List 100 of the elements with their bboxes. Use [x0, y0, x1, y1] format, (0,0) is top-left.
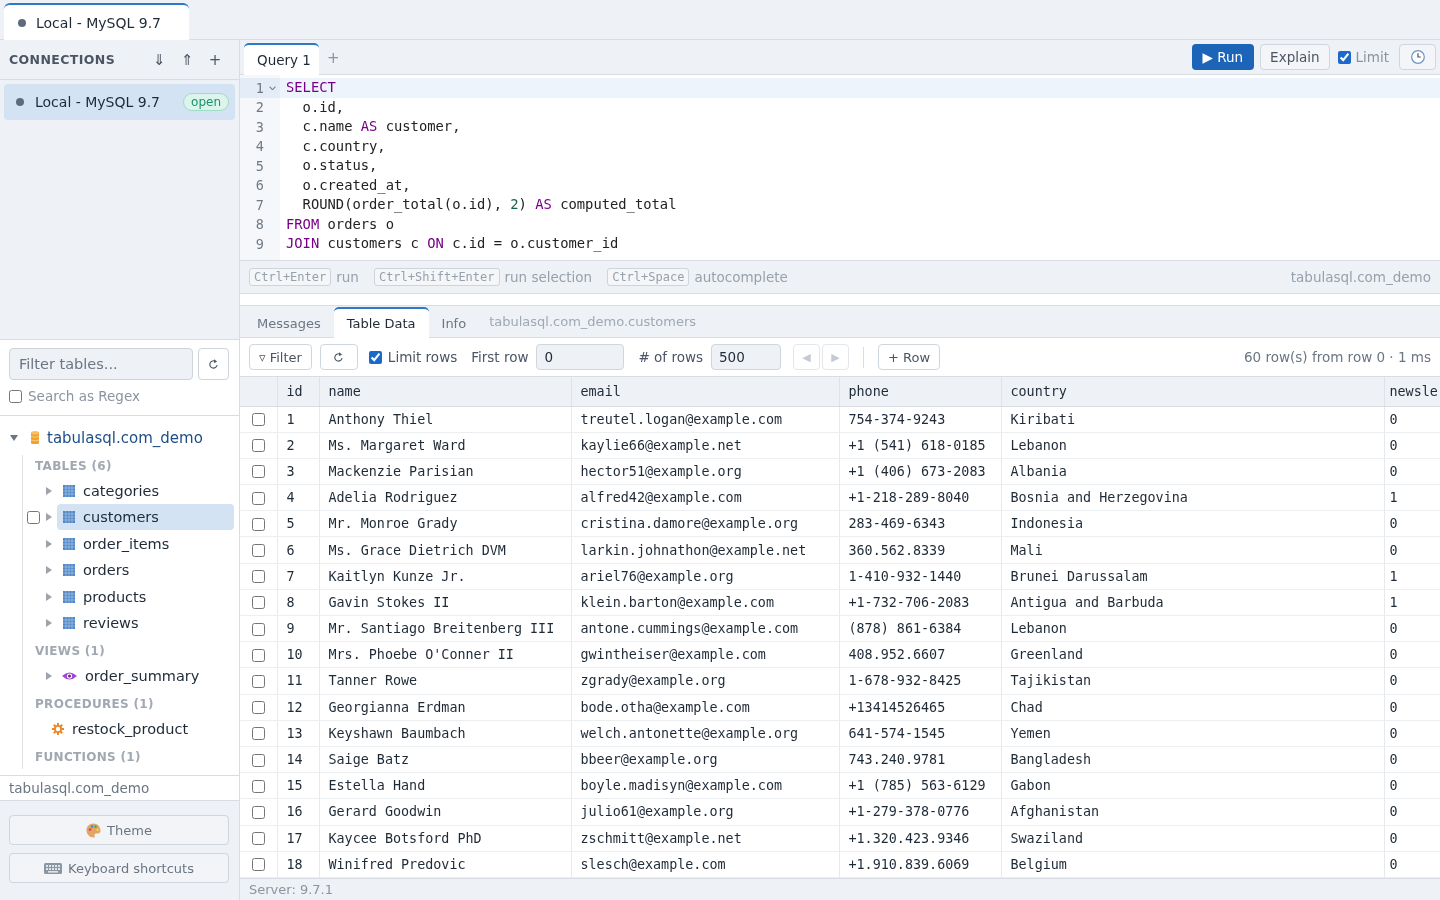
item-checkbox[interactable]: [27, 510, 40, 524]
fold-caret-icon[interactable]: [268, 85, 276, 90]
tree-item[interactable]: order_items: [57, 530, 234, 557]
table-cell: Kaycee Botsford PhD: [319, 825, 571, 852]
table-cell: Kaitlyn Kunze Jr.: [319, 563, 571, 590]
code-editor[interactable]: 1 2 3 4 5 6 7 8 9 SELECT o.id, c.name AS customer, c.country, o.status, o.created_at, ROUND(order_total(o.id), 2) AS computed_total FROM orders o JOIN customers c ON c.id = o.customer_id: [240, 75, 1440, 260]
row-checkbox[interactable]: [251, 701, 265, 715]
table-cell: +1 (406) 673-2083: [839, 458, 1001, 485]
table-cell: bode.otha@example.com: [571, 694, 839, 721]
explain-button[interactable]: Explain: [1260, 44, 1330, 70]
section-title: CONNECTIONS: [9, 52, 117, 67]
table-cell: 7: [277, 563, 319, 590]
database-label: tabulasql.com_demo: [1290, 269, 1431, 285]
row-checkbox[interactable]: [251, 674, 265, 688]
row-checkbox[interactable]: [251, 517, 265, 531]
theme-button[interactable]: Theme: [9, 815, 229, 845]
filter-button[interactable]: ▿ Filter: [249, 344, 312, 370]
caret-icon[interactable]: [46, 592, 52, 601]
table-cell: +1 (785) 563-6129: [839, 772, 1001, 799]
row-checkbox[interactable]: [251, 413, 265, 427]
table-cell: Gavin Stokes II: [319, 589, 571, 616]
row-checkbox[interactable]: [251, 805, 265, 819]
first-row-field[interactable]: 0: [536, 344, 625, 370]
caret-icon[interactable]: [46, 619, 52, 628]
column-header[interactable]: id: [277, 377, 319, 406]
caret-icon[interactable]: [46, 486, 52, 495]
connection-item[interactable]: Local - MySQL 9.7 open: [4, 84, 235, 120]
tree-item[interactable]: order_summary: [57, 663, 234, 690]
tree-item[interactable]: products: [57, 583, 234, 610]
add-connection-button[interactable]: +: [205, 50, 225, 69]
clock-icon: [1410, 50, 1425, 64]
tree-item[interactable]: reviews: [57, 610, 234, 637]
row-checkbox[interactable]: [251, 753, 265, 767]
row-checkbox[interactable]: [251, 439, 265, 453]
line-number: 8: [255, 216, 264, 233]
column-header[interactable]: phone: [839, 377, 1001, 406]
filter-field[interactable]: Filter tables...: [9, 348, 193, 380]
table-cell: Keyshawn Baumbach: [319, 720, 571, 747]
caret-icon[interactable]: [46, 566, 52, 575]
history-button[interactable]: [1399, 44, 1436, 70]
tree-item[interactable]: restock_product: [46, 716, 234, 743]
row-checkbox[interactable]: [251, 858, 265, 872]
row-checkbox[interactable]: [251, 491, 265, 505]
row-checkbox[interactable]: [251, 832, 265, 846]
refresh-button[interactable]: [319, 344, 358, 370]
result-tab[interactable]: Info: [428, 307, 480, 338]
row-checkbox[interactable]: [251, 570, 265, 584]
tree-item[interactable]: orders: [57, 557, 234, 584]
limit-checkbox[interactable]: [1337, 50, 1351, 64]
code-line: c.name AS customer,: [301, 118, 461, 134]
tree-group-label: FUNCTIONS (1): [34, 749, 142, 766]
refresh-button[interactable]: [198, 348, 229, 380]
shortcuts-button[interactable]: Keyboard shortcuts: [9, 853, 229, 883]
code-line: o.created_at,: [301, 176, 411, 193]
caret-icon[interactable]: [46, 539, 52, 548]
table-cell: 0: [1384, 720, 1440, 747]
connection-tab[interactable]: Local - MySQL 9.7: [4, 3, 190, 40]
table-cell: Swaziland: [1001, 825, 1384, 852]
table-cell: 1-410-932-1440: [839, 563, 1001, 590]
database-item[interactable]: tabulasql.com_demo: [19, 425, 234, 451]
table-cell: hector51@example.org: [571, 458, 839, 485]
tree-item[interactable]: customers: [57, 504, 234, 531]
row-checkbox[interactable]: [251, 465, 265, 479]
tree-group-label: VIEWS (1): [34, 643, 107, 660]
table-cell: Ms. Grace Dietrich DVM: [319, 536, 571, 564]
row-count-field[interactable]: 500: [711, 344, 781, 370]
row-checkbox[interactable]: [251, 779, 265, 793]
down-arrow-button[interactable]: ⇓: [149, 50, 169, 69]
row-checkbox[interactable]: [251, 648, 265, 662]
column-header[interactable]: newsle: [1384, 377, 1440, 406]
result-tab[interactable]: Messages: [244, 307, 334, 338]
table-cell: Mr. Monroe Grady: [319, 510, 571, 537]
regex-checkbox[interactable]: [9, 389, 22, 403]
caret-icon[interactable]: [46, 672, 52, 681]
tree-item[interactable]: categories: [57, 477, 234, 504]
row-checkbox[interactable]: [251, 596, 265, 610]
result-tab[interactable]: Table Data: [333, 307, 429, 338]
table-cell: 0: [1384, 798, 1440, 825]
table-cell: 408.952.6607: [839, 641, 1001, 668]
table-cell: 9: [277, 615, 319, 642]
add-row-button[interactable]: + Row: [878, 344, 941, 370]
limit-rows-checkbox[interactable]: [368, 350, 382, 364]
table-cell: 0: [1384, 458, 1440, 485]
table-icon: [63, 617, 75, 630]
caret-icon[interactable]: [10, 435, 18, 441]
line-number: 9: [255, 235, 264, 252]
row-checkbox[interactable]: [251, 727, 265, 741]
table-cell: 12: [277, 694, 319, 721]
column-header[interactable]: country: [1001, 377, 1384, 406]
caret-icon[interactable]: [46, 513, 52, 522]
column-header[interactable]: name: [319, 377, 571, 406]
run-button[interactable]: ▶ Run: [1191, 44, 1255, 70]
query-tab[interactable]: Query 1: [244, 43, 319, 75]
up-arrow-button[interactable]: ⇑: [177, 50, 197, 69]
eye-icon: [62, 671, 77, 682]
table-cell: 13: [277, 720, 319, 747]
row-checkbox[interactable]: [251, 544, 265, 558]
row-checkbox[interactable]: [251, 622, 265, 636]
column-header[interactable]: email: [571, 377, 839, 406]
key-hint: Ctrl+Enter: [249, 268, 332, 286]
